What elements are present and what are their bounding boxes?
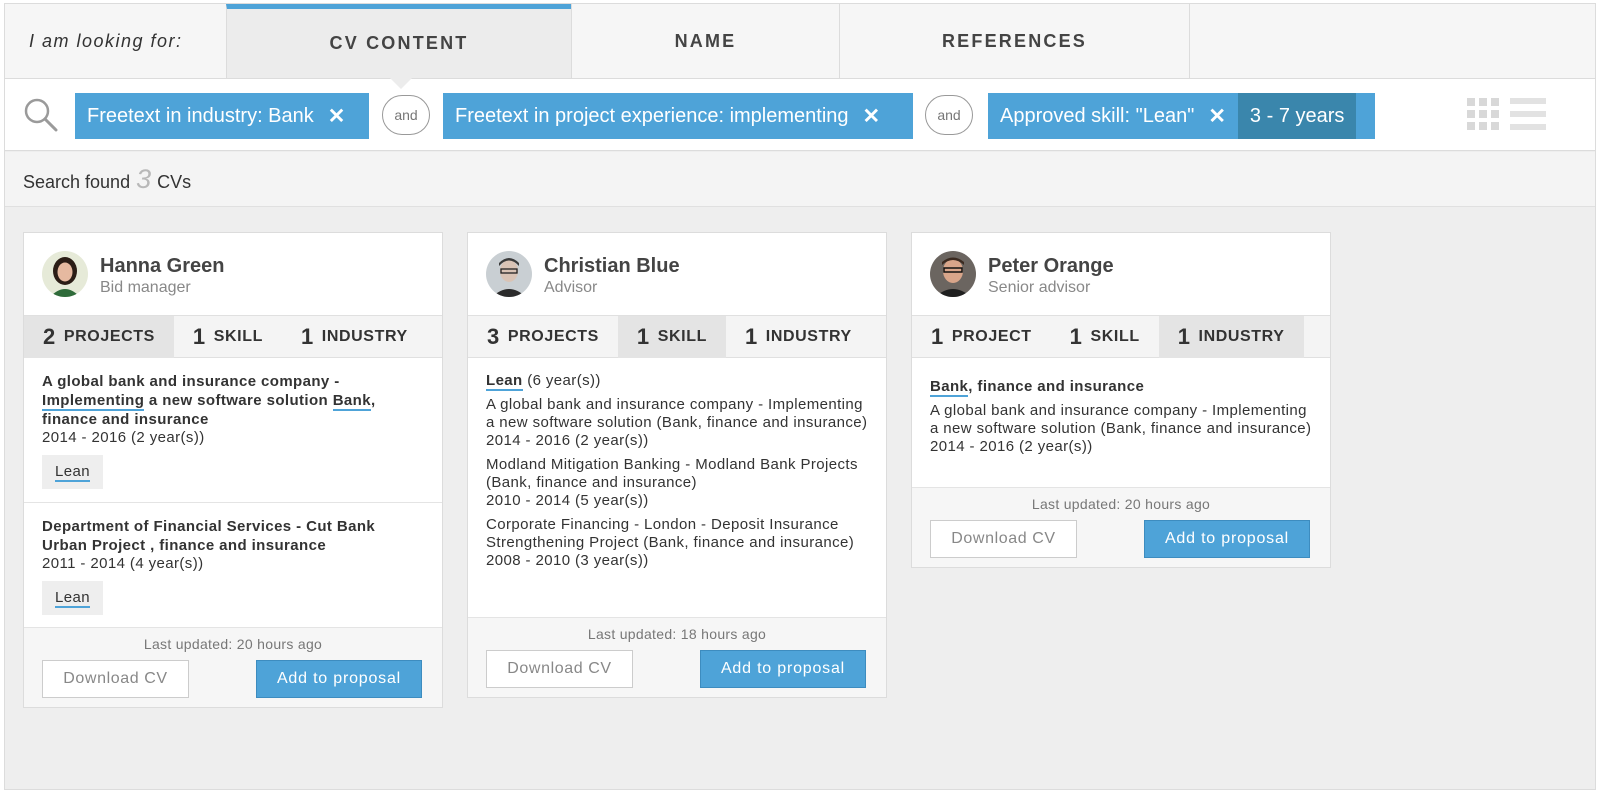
tab-references[interactable]: REFERENCES — [839, 4, 1190, 78]
match-highlight: Bank — [332, 392, 371, 411]
experience-entry: Modland Mitigation Banking - Modland Ban… — [486, 456, 858, 509]
skill-tag[interactable]: Lean — [42, 581, 103, 615]
cv-stats-tabs: 3 PROJECTS 1 SKILL 1 INDUSTRY — [468, 315, 886, 358]
avatar — [930, 251, 976, 297]
project-title: Department of Financial Services - Cut B… — [42, 518, 376, 554]
project-years: 2014 - 2016 (2 year(s)) — [42, 429, 205, 446]
remove-filter-icon[interactable]: ✕ — [328, 104, 346, 129]
person-name[interactable]: Christian Blue — [544, 255, 680, 278]
download-cv-button[interactable]: Download CV — [930, 520, 1077, 558]
active-tab-pointer — [390, 78, 412, 89]
last-updated: Last updated: 18 hours ago — [587, 626, 767, 642]
stat-projects[interactable]: 2 PROJECTS — [24, 316, 174, 358]
last-updated: Last updated: 20 hours ago — [1031, 496, 1211, 512]
and-operator[interactable]: and — [925, 95, 973, 135]
cv-card-footer: Last updated: 20 hours ago Download CV A… — [24, 627, 442, 707]
cv-card-header: Hanna Green Bid manager — [24, 233, 442, 315]
stat-skill[interactable]: 1 SKILL — [1051, 316, 1159, 358]
match-highlight: Implementing — [42, 392, 145, 411]
project-item: Department of Financial Services - Cut B… — [24, 503, 442, 615]
avatar — [486, 251, 532, 297]
stat-skill[interactable]: 1 SKILL — [617, 316, 726, 358]
add-to-proposal-button[interactable]: Add to proposal — [1144, 520, 1310, 558]
add-to-proposal-button[interactable]: Add to proposal — [700, 650, 866, 688]
last-updated: Last updated: 20 hours ago — [143, 636, 323, 652]
tab-name[interactable]: NAME — [571, 4, 839, 78]
results-prefix: Search found — [23, 172, 131, 192]
results-number: 3 — [136, 164, 152, 194]
download-cv-button[interactable]: Download CV — [42, 660, 189, 698]
skill-tag[interactable]: Lean — [42, 455, 103, 489]
match-highlight: Lean — [486, 372, 523, 391]
skill-years-range[interactable]: 3 - 7 years — [1237, 93, 1357, 139]
stat-industry[interactable]: 1 INDUSTRY — [282, 316, 427, 358]
cv-card[interactable]: Hanna Green Bid manager 2 PROJECTS 1 SKILL… — [23, 232, 443, 708]
tab-cv-content[interactable]: CV CONTENT — [226, 4, 571, 78]
experience-entry: A global bank and insurance company - Im… — [930, 402, 1312, 455]
filter-chip-label: Approved skill: "Lean" — [1000, 104, 1195, 127]
cv-card-footer: Last updated: 20 hours ago Download CV A… — [912, 487, 1330, 567]
results-summary-bar: Search found 3 CVs — [5, 152, 1595, 207]
person-name[interactable]: Peter Orange — [988, 255, 1114, 278]
list-view-icon[interactable] — [1510, 98, 1546, 130]
filter-chip-project-experience[interactable]: Freetext in project experience: implemen… — [443, 93, 913, 139]
cv-stats-tabs: 1 PROJECT 1 SKILL 1 INDUSTRY — [912, 315, 1330, 358]
results-suffix: CVs — [157, 172, 192, 192]
cv-card[interactable]: Christian Blue Advisor 3 PROJECTS 1 SKILL … — [467, 232, 887, 698]
project-title: A global bank and insurance company - Im… — [42, 373, 376, 428]
cv-stats-tabs: 2 PROJECTS 1 SKILL 1 INDUSTRY — [24, 315, 442, 358]
experience-entry: A global bank and insurance company - Im… — [486, 396, 868, 449]
filter-chip-skill[interactable]: Approved skill: "Lean" ✕ 3 - 7 years — [988, 93, 1375, 139]
project-item: A global bank and insurance company - Im… — [24, 358, 442, 502]
match-highlight: Bank — [930, 378, 969, 397]
industry-line: Bank, finance and insurance — [930, 378, 1145, 397]
stat-projects[interactable]: 3 PROJECTS — [468, 316, 618, 358]
looking-for-label: I am looking for: — [29, 31, 183, 51]
project-years: 2011 - 2014 (4 year(s)) — [42, 555, 204, 572]
add-to-proposal-button[interactable]: Add to proposal — [256, 660, 422, 698]
and-operator[interactable]: and — [382, 95, 430, 135]
cv-card[interactable]: Peter Orange Senior advisor 1 PROJECT 1 SK… — [911, 232, 1331, 568]
remove-filter-icon[interactable]: ✕ — [863, 104, 881, 129]
stat-projects[interactable]: 1 PROJECT — [912, 316, 1051, 358]
filter-chip-label: Freetext in industry: Bank — [87, 104, 314, 127]
stat-industry[interactable]: 1 INDUSTRY — [1158, 316, 1304, 358]
download-cv-button[interactable]: Download CV — [486, 650, 633, 688]
search-icon[interactable] — [23, 97, 59, 133]
stat-industry[interactable]: 1 INDUSTRY — [726, 316, 871, 358]
person-role: Senior advisor — [988, 279, 1091, 296]
skill-detail: Lean (6 year(s)) A global bank and insur… — [468, 358, 886, 570]
filter-bar: Freetext in industry: Bank ✕ and Freetex… — [5, 79, 1595, 151]
cv-card-header: Peter Orange Senior advisor — [912, 233, 1330, 315]
results-count: Search found 3 CVs — [23, 164, 191, 195]
experience-entry: Corporate Financing - London - Deposit I… — [486, 516, 855, 569]
stat-skill[interactable]: 1 SKILL — [174, 316, 282, 358]
avatar — [42, 251, 88, 297]
cv-card-header: Christian Blue Advisor — [468, 233, 886, 315]
search-mode-tabbar: I am looking for: CV CONTENT NAME REFERE… — [5, 4, 1595, 79]
filter-chip-label: Freetext in project experience: implemen… — [455, 104, 849, 127]
cv-card-footer: Last updated: 18 hours ago Download CV A… — [468, 617, 886, 697]
person-role: Bid manager — [100, 279, 191, 296]
filter-chip-industry[interactable]: Freetext in industry: Bank ✕ — [75, 93, 369, 139]
remove-filter-icon[interactable]: ✕ — [1208, 104, 1226, 129]
person-name[interactable]: Hanna Green — [100, 255, 224, 278]
person-role: Advisor — [544, 279, 598, 296]
grid-view-icon[interactable] — [1467, 98, 1499, 130]
industry-detail: Bank, finance and insurance A global ban… — [912, 358, 1330, 456]
skill-line: Lean (6 year(s)) — [486, 372, 601, 391]
search-page: I am looking for: CV CONTENT NAME REFERE… — [4, 3, 1596, 790]
